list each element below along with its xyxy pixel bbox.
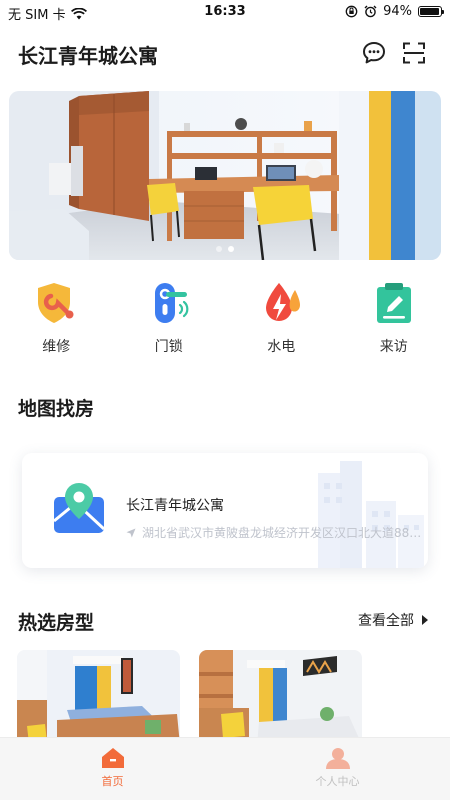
orientation-lock-icon bbox=[345, 5, 358, 18]
tab-home[interactable]: 首页 bbox=[0, 738, 225, 800]
battery-icon bbox=[418, 6, 444, 17]
map-apartment-card[interactable]: 长江青年城公寓 湖北省武汉市黄陂盘龙城经济开发区汉口北大道88号长江青年城 bbox=[22, 453, 428, 568]
carousel-dot[interactable] bbox=[216, 246, 222, 252]
water-electric-icon bbox=[266, 283, 301, 321]
carousel-dot-active[interactable] bbox=[228, 246, 234, 252]
see-all-link[interactable]: 查看全部 bbox=[358, 610, 428, 630]
service-repair[interactable]: 维修 bbox=[0, 280, 113, 356]
apartment-room-photo bbox=[9, 91, 441, 260]
app-header: 长江青年城公寓 bbox=[0, 30, 450, 76]
chat-bubble-icon[interactable] bbox=[361, 40, 387, 66]
user-profile-icon bbox=[325, 748, 350, 769]
alarm-icon bbox=[364, 5, 377, 18]
repair-shield-icon bbox=[38, 283, 74, 323]
service-label: 水电 bbox=[267, 339, 296, 355]
home-icon bbox=[101, 748, 124, 768]
room-type-card[interactable] bbox=[17, 650, 180, 745]
room-type-card[interactable] bbox=[199, 650, 362, 745]
see-all-label: 查看全部 bbox=[358, 613, 414, 629]
page-title: 长江青年城公寓 bbox=[18, 44, 158, 68]
banner-carousel[interactable] bbox=[9, 91, 441, 260]
triangle-right-icon bbox=[422, 615, 428, 625]
service-label: 来访 bbox=[379, 339, 408, 355]
service-visitor[interactable]: 来访 bbox=[338, 280, 450, 356]
rooms-section-title: 热选房型 bbox=[18, 612, 95, 634]
room-photo bbox=[199, 650, 362, 745]
bottom-tab-bar: 首页 个人中心 bbox=[0, 737, 450, 800]
tab-profile-label: 个人中心 bbox=[315, 775, 360, 788]
map-location-icon bbox=[53, 483, 106, 533]
quick-services: 维修 门锁 水电 来访 bbox=[0, 280, 450, 356]
tab-profile[interactable]: 个人中心 bbox=[225, 738, 450, 800]
buildings-illustration bbox=[318, 461, 424, 568]
service-utilities[interactable]: 水电 bbox=[225, 280, 338, 356]
status-right: 94% bbox=[345, 4, 444, 19]
service-door-lock[interactable]: 门锁 bbox=[113, 280, 226, 356]
scan-icon[interactable] bbox=[401, 40, 427, 66]
visitor-register-icon bbox=[376, 283, 411, 323]
map-card-address-text: 湖北省武汉市黄陂盘龙城经济开发区汉口北大道88号长江青年城 bbox=[142, 526, 422, 540]
map-section-title: 地图找房 bbox=[18, 398, 95, 420]
carousel-indicator bbox=[9, 246, 441, 252]
service-label: 维修 bbox=[42, 339, 71, 355]
battery-percent: 94% bbox=[383, 4, 412, 19]
room-photo bbox=[17, 650, 180, 745]
map-card-address: 湖北省武汉市黄陂盘龙城经济开发区汉口北大道88号长江青年城 bbox=[126, 524, 422, 541]
battery-level bbox=[420, 8, 439, 15]
tab-home-label: 首页 bbox=[101, 775, 124, 788]
navigation-arrow-icon bbox=[126, 528, 136, 537]
service-label: 门锁 bbox=[154, 339, 183, 355]
door-lock-icon bbox=[154, 283, 189, 323]
map-card-title: 长江青年城公寓 bbox=[126, 498, 224, 514]
status-bar: 无 SIM 卡 16:33 94% bbox=[0, 0, 450, 24]
